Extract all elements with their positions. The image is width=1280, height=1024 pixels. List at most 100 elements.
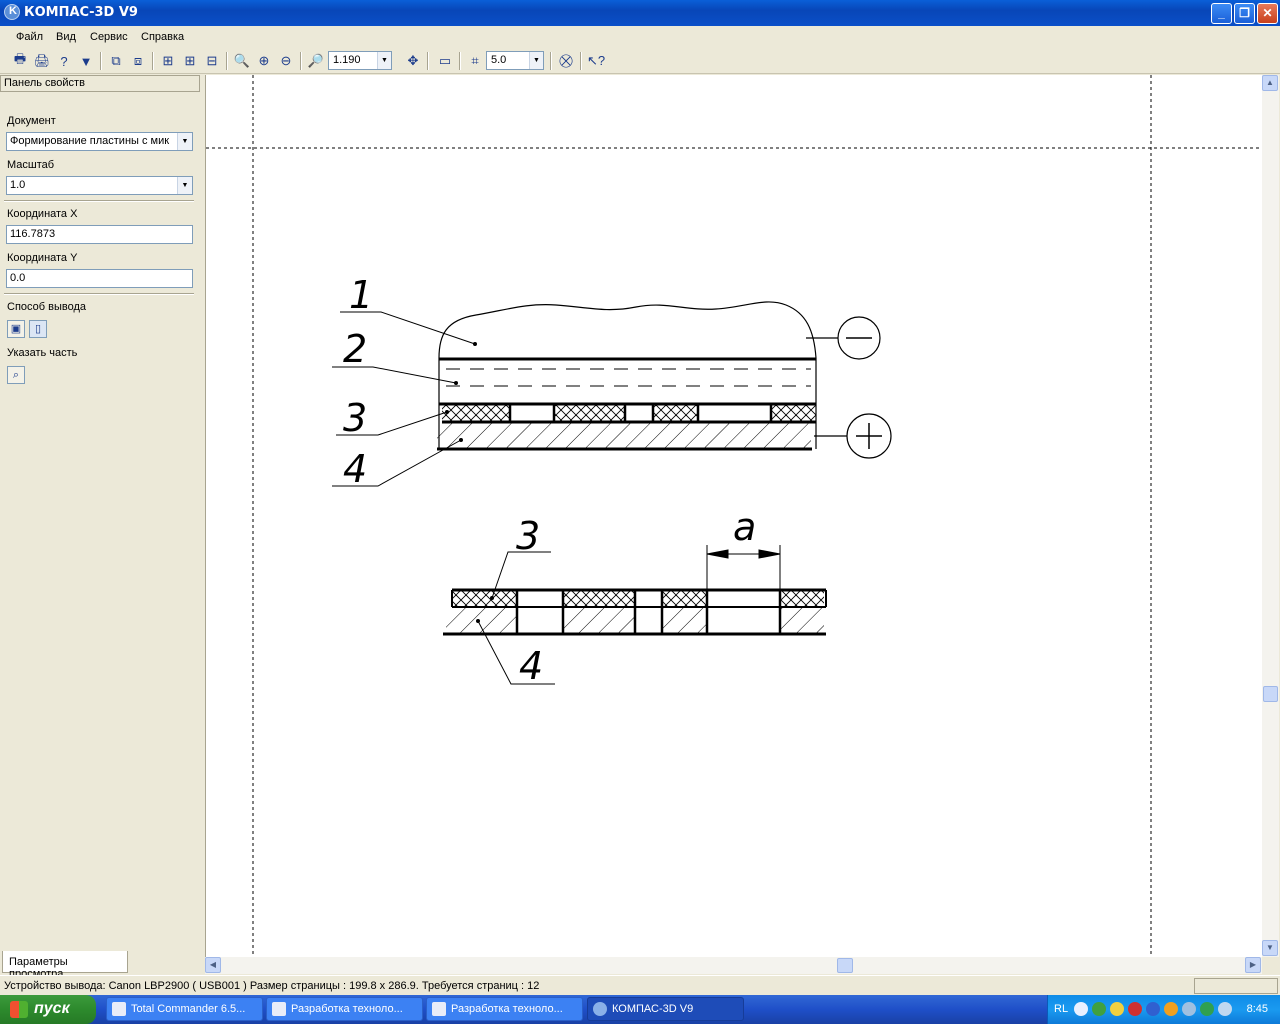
scale-label: Масштаб (7, 159, 55, 171)
select-part-icon[interactable]: ⌕ (7, 366, 25, 384)
scale-value: 1.0 (10, 179, 26, 191)
layer-3-segment (653, 405, 698, 421)
task-label: Разработка техноло... (291, 1003, 403, 1015)
context-help-icon[interactable]: ↖? (586, 51, 606, 71)
grid-layout-3-icon[interactable]: ⊟ (202, 51, 222, 71)
language-indicator[interactable]: RL (1054, 1003, 1068, 1015)
clock[interactable]: 8:45 (1247, 1003, 1268, 1015)
output-sheet-icon[interactable]: ▯ (29, 320, 47, 338)
layer-3-segment (442, 405, 510, 421)
scale-select[interactable]: 1.0 ▼ (6, 176, 193, 195)
scroll-up-icon[interactable]: ▲ (1262, 75, 1278, 91)
close-button[interactable]: ✕ (1257, 3, 1278, 24)
toolbar-separator (427, 52, 429, 70)
tray-antivirus-icon[interactable] (1128, 1002, 1142, 1016)
toolbar-separator (226, 52, 228, 70)
tab-view-parameters[interactable]: Параметры просмотра (2, 951, 128, 980)
drawing-svg: 1 2 3 4 3 4 a (206, 75, 1263, 957)
grid-layout-icon[interactable]: ⊞ (158, 51, 178, 71)
tray-mail-icon[interactable] (1164, 1002, 1178, 1016)
vertical-scrollbar[interactable]: ▲ ▼ (1262, 75, 1279, 957)
scroll-right-icon[interactable]: ▶ (1245, 957, 1261, 973)
system-tray: RL 8:45 (1047, 995, 1280, 1024)
part-label: Указать часть (7, 347, 78, 359)
restore-button[interactable]: ❐ (1234, 3, 1255, 24)
task-kompas[interactable]: КОМПАС-3D V9 (587, 997, 744, 1021)
kompas-icon (593, 1002, 607, 1016)
panel-divider (4, 293, 194, 295)
chevron-down-icon[interactable]: ▼ (177, 133, 192, 150)
scroll-left-icon[interactable]: ◀ (205, 957, 221, 973)
layer-3-segment (554, 405, 625, 421)
taskbar: пуск Total Commander 6.5... Разработка т… (0, 995, 1280, 1024)
chevron-down-icon[interactable]: ▼ (377, 52, 391, 69)
filter-icon[interactable]: ▼ (76, 51, 96, 71)
print-icon[interactable]: 🖶 (10, 51, 30, 71)
menu-service[interactable]: Сервис (90, 31, 128, 43)
step-cursor-icon[interactable]: ⌗ (465, 51, 485, 71)
chevron-down-icon[interactable]: ▼ (177, 177, 192, 194)
step-combo[interactable]: 5.0 ▼ (486, 51, 544, 70)
sheet-icon[interactable]: ▭ (435, 51, 455, 71)
zoom-scale-icon[interactable]: 🔎 (306, 51, 326, 71)
panel-title: Панель свойств (0, 75, 200, 92)
label-4: 4 (343, 447, 367, 491)
coord-x-field[interactable]: 116.7873 (6, 225, 193, 244)
copy-pages-icon[interactable]: ⧉ (106, 51, 126, 71)
coord-x-value: 116.7873 (10, 228, 56, 240)
label-1: 1 (349, 273, 373, 317)
zoom-in-icon[interactable]: ⊕ (254, 51, 274, 71)
chevron-down-icon[interactable]: ▼ (529, 52, 543, 69)
zoom-combo[interactable]: 1.190 ▼ (328, 51, 392, 70)
task-word-1[interactable]: Разработка техноло... (266, 997, 423, 1021)
kompas-app-icon[interactable] (4, 4, 20, 20)
output-label: Способ вывода (7, 301, 86, 313)
label-3: 3 (343, 396, 367, 440)
toolbar: 🖶 🖨 ? ▼ ⧉ ⧈ ⊞ ⊞ ⊟ 🔍 ⊕ ⊖ 🔎 1.190 ▼ ✥ ▭ ⌗ … (0, 48, 1280, 74)
scroll-down-icon[interactable]: ▼ (1262, 940, 1278, 956)
pan-icon[interactable]: ✥ (403, 51, 423, 71)
drawing-canvas[interactable]: 1 2 3 4 3 4 a (205, 75, 1263, 957)
tray-app-icon[interactable] (1182, 1002, 1196, 1016)
task-word-2[interactable]: Разработка техноло... (426, 997, 583, 1021)
toolbar-separator (152, 52, 154, 70)
properties-panel: Панель свойств Документ Формирование пла… (0, 75, 200, 980)
document-select[interactable]: Формирование пластины с мик ▼ (6, 132, 193, 151)
layer-4-hatch (437, 423, 811, 448)
tray-status-icon[interactable] (1200, 1002, 1214, 1016)
close-preview-icon[interactable]: ⛒ (556, 51, 576, 71)
label-3-lower: 3 (516, 514, 540, 558)
total-commander-icon (112, 1002, 126, 1016)
tray-expand-icon[interactable] (1074, 1002, 1088, 1016)
doc-help-icon[interactable]: ? (54, 51, 74, 71)
zoom-window-icon[interactable]: 🔍 (232, 51, 252, 71)
minimize-button[interactable]: _ (1211, 3, 1232, 24)
tray-star-icon[interactable] (1146, 1002, 1160, 1016)
output-page-icon[interactable]: ▣ (7, 320, 25, 338)
tray-volume-icon[interactable] (1218, 1002, 1232, 1016)
horizontal-scrollbar[interactable]: ◀ ▶ (205, 957, 1262, 974)
menu-view[interactable]: Вид (56, 31, 76, 43)
window-title: КОМПАС-3D V9 (24, 5, 138, 20)
label-a: a (733, 505, 756, 549)
label-4-lower: 4 (519, 644, 543, 688)
grid-layout-2-icon[interactable]: ⊞ (180, 51, 200, 71)
zoom-value: 1.190 (333, 54, 361, 66)
tray-network-icon[interactable] (1092, 1002, 1106, 1016)
horizontal-scroll-thumb[interactable] (837, 958, 853, 973)
coord-y-field[interactable]: 0.0 (6, 269, 193, 288)
print-preview-icon[interactable]: 🖨 (32, 51, 52, 71)
menu-help[interactable]: Справка (141, 31, 184, 43)
start-button[interactable]: пуск (0, 995, 96, 1024)
windows-logo-icon (10, 1001, 28, 1018)
menu-bar: Файл Вид Сервис Справка (0, 26, 1280, 48)
tray-shield-icon[interactable] (1110, 1002, 1124, 1016)
paste-pages-icon[interactable]: ⧈ (128, 51, 148, 71)
task-total-commander[interactable]: Total Commander 6.5... (106, 997, 263, 1021)
zoom-out-icon[interactable]: ⊖ (276, 51, 296, 71)
vertical-scroll-thumb[interactable] (1263, 686, 1278, 702)
document-value: Формирование пластины с мик (10, 135, 170, 147)
layer-3-segment (771, 405, 816, 421)
menu-file[interactable]: Файл (16, 31, 43, 43)
toolbar-separator (300, 52, 302, 70)
